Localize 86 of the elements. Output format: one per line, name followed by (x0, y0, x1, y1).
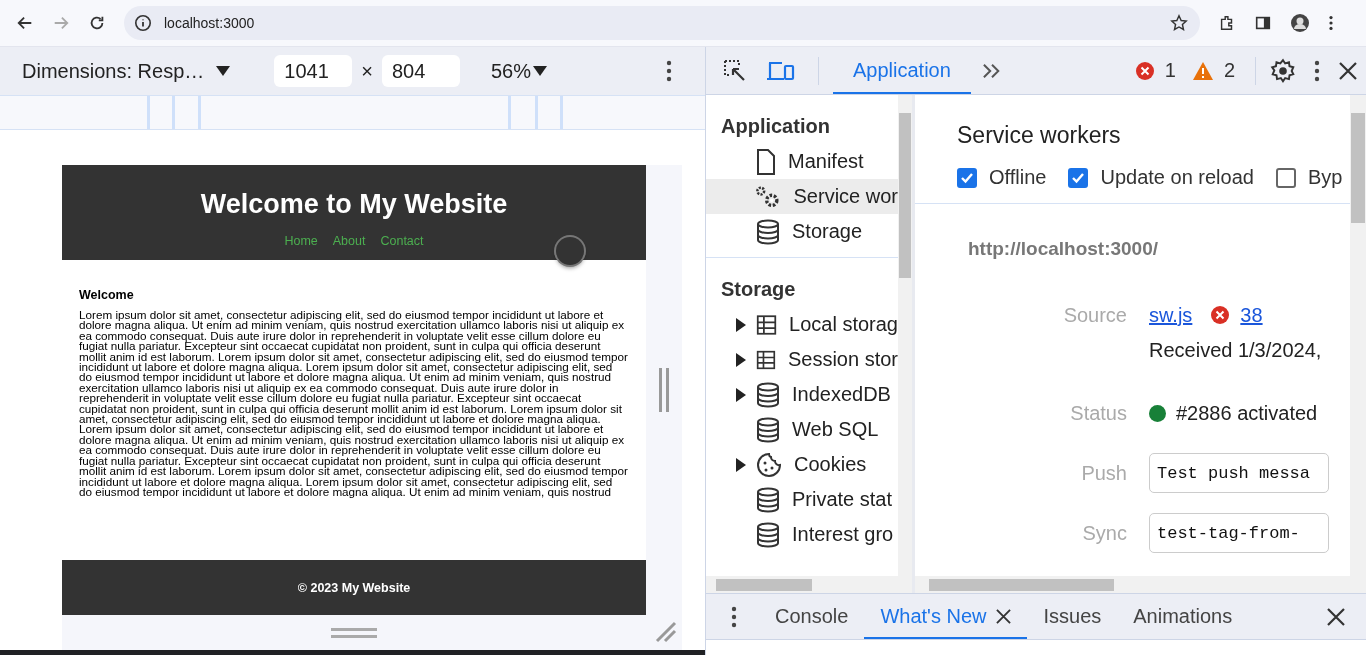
dropdown-caret-icon[interactable] (533, 66, 547, 76)
drawer-tab[interactable]: What's New (864, 594, 1028, 639)
sidebar-heading: Application (720, 115, 831, 138)
sidebar-icon[interactable] (1254, 14, 1272, 32)
warning-count[interactable]: 2 (1223, 59, 1235, 82)
drawer-tab[interactable]: Console (759, 594, 865, 639)
expand-arrow-icon[interactable] (736, 317, 746, 332)
resize-handle-icon[interactable] (659, 368, 669, 412)
sync-input[interactable]: test-tag-from- (1149, 513, 1329, 553)
database-icon (756, 218, 780, 245)
zoom-dropdown[interactable]: 56% (491, 59, 531, 83)
drawer-tab[interactable]: Animations (1117, 594, 1249, 639)
sidebar-heading: Storage (720, 278, 797, 301)
sidebar-item[interactable]: IndexedDB (706, 377, 898, 412)
table-icon (756, 312, 778, 337)
scrollbar[interactable] (706, 576, 912, 593)
more-options-icon[interactable] (1314, 59, 1320, 82)
database-icon (756, 521, 780, 548)
panel-tab[interactable]: Application (833, 47, 971, 94)
checkbox-option[interactable]: Byp (1275, 166, 1343, 189)
sidebar-item[interactable]: Session stor (706, 342, 898, 377)
star-icon[interactable] (1170, 14, 1188, 32)
close-icon[interactable] (1338, 60, 1358, 81)
expand-arrow-icon[interactable] (736, 387, 746, 402)
close-icon[interactable] (996, 609, 1012, 624)
width-input[interactable]: 1041 (274, 55, 353, 87)
info-icon[interactable] (134, 14, 152, 32)
avatar-icon[interactable] (1290, 13, 1310, 33)
footer-text: © 2023 My Website (297, 580, 411, 595)
cookie-icon (756, 451, 782, 478)
reload-icon[interactable] (88, 14, 106, 32)
drawer-tab[interactable]: Issues (1027, 594, 1118, 639)
panel-title: Service workers (957, 122, 1122, 149)
more-options-icon[interactable] (731, 605, 737, 628)
checkbox[interactable] (1275, 167, 1296, 188)
source-link[interactable]: sw.js (1149, 303, 1193, 327)
error-count-link[interactable]: 38 (1240, 303, 1263, 327)
back-icon[interactable] (16, 14, 34, 32)
sidebar-item[interactable]: Private stat (706, 482, 898, 517)
error-icon[interactable] (1134, 60, 1155, 81)
database-icon (756, 381, 780, 408)
scrollbar[interactable] (915, 576, 1366, 593)
close-icon[interactable] (1326, 606, 1346, 627)
sidebar-item[interactable]: Storage (706, 214, 898, 249)
nav-link[interactable]: About (332, 234, 366, 248)
field-label: Status (1069, 401, 1128, 425)
database-icon (756, 416, 780, 443)
expand-arrow-icon[interactable] (736, 352, 746, 367)
sidebar-item[interactable]: Web SQL (706, 412, 898, 447)
warning-icon[interactable] (1191, 60, 1214, 81)
resize-handle-icon[interactable] (331, 627, 377, 638)
times-sign: × (361, 59, 373, 83)
checkbox-option[interactable]: Update on reload (1068, 166, 1254, 189)
push-input[interactable]: Test push messa (1149, 453, 1329, 493)
nav-link[interactable]: Contact (380, 234, 424, 248)
corner-resize-icon[interactable] (655, 621, 677, 643)
section-heading: Welcome (79, 288, 135, 302)
height-input[interactable]: 804 (382, 55, 460, 87)
worker-origin: http://localhost:3000/ (967, 237, 1160, 261)
error-count[interactable]: 1 (1164, 59, 1176, 82)
field-label: Sync (1081, 521, 1128, 545)
more-options-icon[interactable] (666, 60, 672, 82)
settings-icon[interactable] (1270, 57, 1296, 84)
field-label: Source (1062, 303, 1128, 327)
sidebar-item[interactable]: Manifest (706, 144, 898, 179)
status-text: #2886 activated (1176, 401, 1318, 425)
database-icon (756, 486, 780, 513)
menu-icon[interactable] (1328, 14, 1334, 32)
address-bar[interactable]: localhost:3000 (124, 6, 1200, 40)
scrollbar[interactable] (898, 95, 912, 576)
dimensions-dropdown[interactable]: Dimensions: Resp… (22, 59, 205, 83)
sidebar-item[interactable]: Service wor (706, 179, 898, 214)
scrollbar[interactable] (1350, 95, 1366, 576)
sidebar-item[interactable]: Cookies (706, 447, 898, 482)
field-label: Push (1080, 461, 1128, 485)
dropdown-caret-icon[interactable] (216, 66, 231, 76)
error-icon (1210, 305, 1231, 325)
site-title: Welcome to My Website (200, 189, 508, 220)
sidebar-item[interactable]: Local storag (706, 307, 898, 342)
nav-link[interactable]: Home (284, 234, 318, 248)
received-date: Received 1/3/2024, (1149, 338, 1322, 362)
lorem-paragraph: Lorem ipsum dolor sit amet, consectetur adipiscing elit, sed do eiusmod tempor incididunt ut labore et dolore magna aliqua. Ut enim ad minim veniam, quis nostrud exercitation ullamco laboris nisi ut aliquip ex ea commodo consequat. Duis aute irure dolor in reprehenderit in voluptate velit esse cillum dolore eu fugiat nulla pariatur. Excepteur sint occaecat cupidatat non proident, sunt in culpa qui officia deserunt mollit anim id est laborum. Lorem ipsum dolor sit amet, consectetur adipiscing elit, sed do eiusmod tempor incididunt ut labore et dolore magna aliqua. Lorem ipsum dolor sit amet, consectetur adipiscing elit, sed do eiusmod tempor incididunt ut labore et dolore magna aliqua. Ut enim ad minim veniam, quis nostrud exercitation ullamco laboris nisi ut aliquip ex ea commodo consequat. Duis aute irure dolor in reprehenderit in voluptate velit esse cillum dolore eu fugiat nulla pariatur. Excepteur sint occaecat cupidatat non proident, sunt in culpa qui officia deserunt mollit anim id est laborum. Lorem ipsum dolor sit amet, consectetur adipiscing elit, sed do eiusmod tempor incididunt ut labore et dolore magna aliqua. Lorem ipsum dolor sit amet, consectetur adipiscing elit, sed do eiusmod tempor incididunt ut labore et dolore magna aliqua. Ut enim ad minim veniam, quis nostrud exercitation ullamco laboris nisi ut aliquip ex ea commodo consequat. Duis aute irure dolor in reprehenderit in voluptate velit esse cillum dolore eu fugiat nulla pariatur. Excepteur sint occaecat cupidatat non proident, sunt in culpa qui officia deserunt mollit anim id est laborum. Lorem ipsum dolor sit amet, consectetur adipiscing elit, sed do eiusmod tempor incididunt ut labore et dolore magna aliqua. Lorem ipsum dolor sit amet, consectetur adipiscing elit, sed do eiusmod tempor incididunt ut labore et dolore magna aliqua. Ut enim ad minim veniam, quis nostrud (79, 310, 628, 498)
file-icon (756, 148, 776, 175)
sidebar-item[interactable]: Interest gro (706, 517, 898, 552)
expand-arrow-icon[interactable] (736, 457, 746, 472)
checkbox-option[interactable]: Offline (957, 166, 1047, 189)
